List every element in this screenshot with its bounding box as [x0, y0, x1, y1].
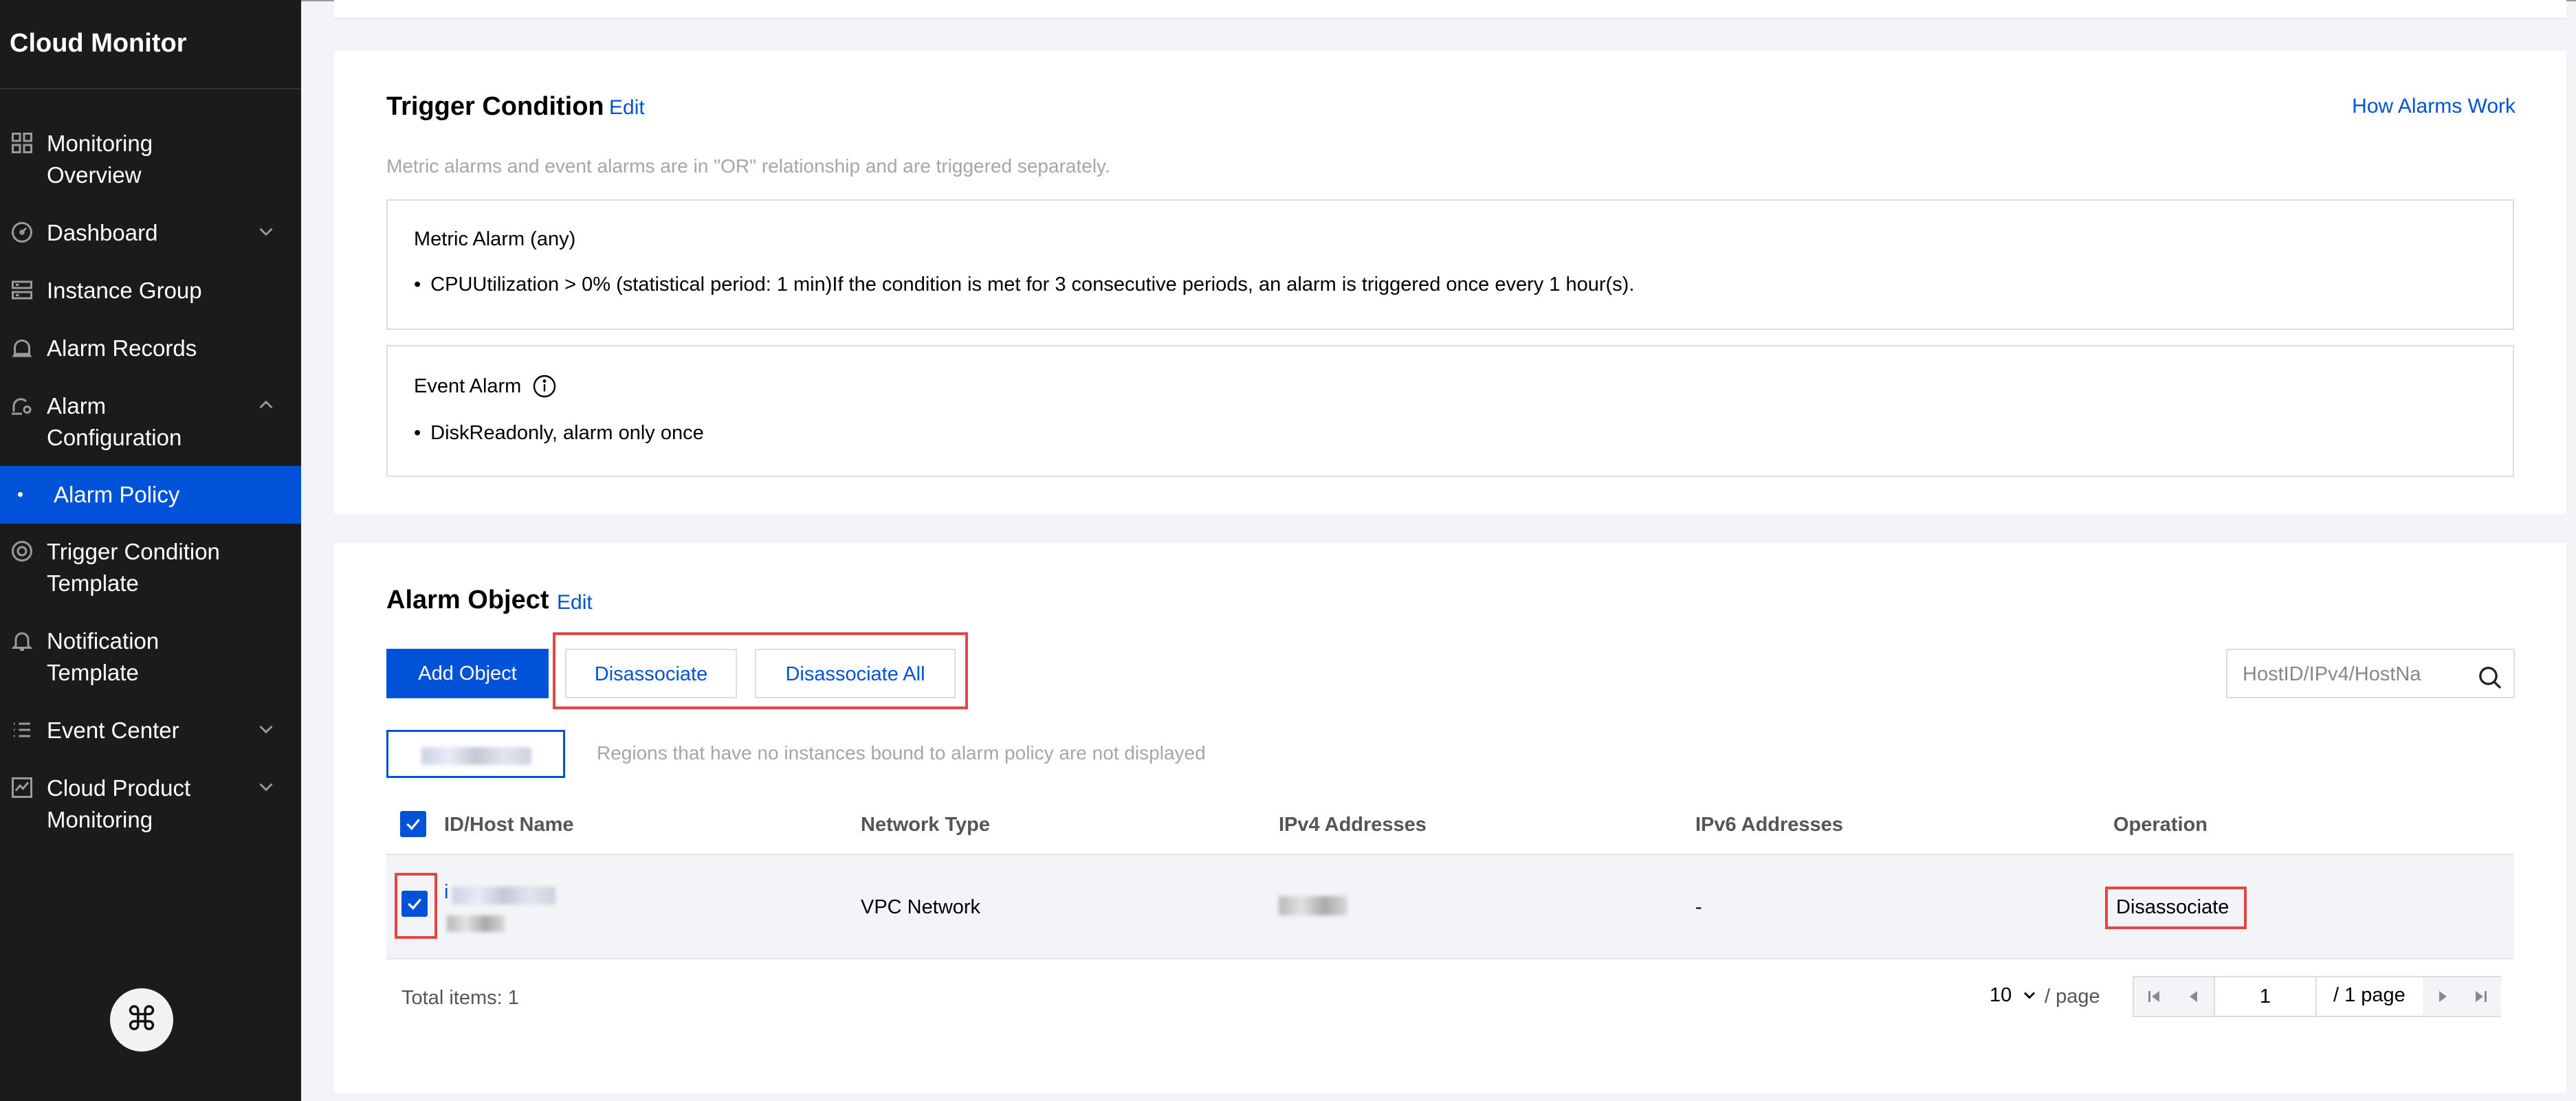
redacted-instance-id [452, 887, 555, 904]
add-object-button[interactable]: Add Object [386, 649, 549, 698]
region-select[interactable] [386, 730, 565, 778]
how-alarms-work-link[interactable]: How Alarms Work [2352, 95, 2516, 118]
sidebar-item-label: Dashboard [47, 220, 158, 245]
trigger-condition-title: Trigger Condition [386, 92, 604, 121]
next-page-button[interactable] [2423, 977, 2463, 1016]
sidebar-divider [0, 88, 301, 89]
notification-bell-icon [11, 632, 33, 651]
alarm-settings-icon [12, 398, 32, 415]
sidebar-item-label: Cloud Product Monitoring [47, 775, 191, 832]
sidebar-item-monitoring-overview[interactable]: Monitoring Overview [0, 128, 301, 191]
column-header-ipv6: IPv6 Addresses [1695, 814, 1843, 836]
trigger-condition-panel: Trigger Condition Edit How Alarms Work M… [334, 51, 2566, 514]
row-checkbox[interactable] [401, 891, 428, 917]
disassociate-button[interactable]: Disassociate [565, 649, 737, 698]
command-icon[interactable]: ⌘ [110, 988, 173, 1052]
sidebar-item-label: Instance Group [47, 278, 202, 303]
sidebar-item-label: Event Center [47, 718, 179, 743]
sidebar: Cloud Monitor Monitoring Overview Dashbo… [0, 0, 301, 1101]
row-disassociate-link[interactable]: Disassociate [2116, 896, 2229, 919]
prev-page-icon [2190, 991, 2197, 1002]
region-note: Regions that have no instances bound to … [597, 742, 1206, 764]
chevron-down-icon [259, 227, 273, 236]
search-icon[interactable] [2476, 664, 2504, 691]
ipv6-cell: - [1695, 896, 1702, 918]
column-header-id: ID/Host Name [444, 814, 574, 836]
alarm-object-panel: Alarm Object Edit Add Object Disassociat… [334, 543, 2566, 1093]
first-page-icon [2148, 991, 2159, 1002]
alarm-bell-icon [12, 340, 32, 357]
redacted-region [421, 747, 531, 765]
page-size-value: 10 [1990, 984, 2012, 1006]
server-stack-icon [12, 280, 32, 300]
sidebar-item-notification-template[interactable]: Notification Template [0, 625, 301, 689]
check-icon [408, 898, 421, 910]
search-input[interactable] [2243, 663, 2435, 686]
redacted-host-name [447, 915, 505, 932]
instance-id-link[interactable]: i [444, 881, 448, 904]
line-chart-icon [12, 777, 32, 798]
sidebar-item-event-center[interactable]: Event Center [0, 715, 301, 746]
app-title: Cloud Monitor [10, 29, 187, 58]
first-page-button[interactable] [2134, 977, 2174, 1016]
column-header-network-type: Network Type [861, 814, 991, 836]
disassociate-all-button[interactable]: Disassociate All [755, 649, 956, 698]
sidebar-item-cloud-product-monitoring[interactable]: Cloud Product Monitoring [0, 772, 301, 836]
total-items: Total items: 1 [401, 987, 519, 1009]
select-all-checkbox[interactable] [400, 811, 426, 837]
dot-icon [18, 492, 23, 497]
alarm-object-title: Alarm Object [386, 586, 549, 614]
metric-alarm-rule: CPUUtilization > 0% (statistical period:… [414, 274, 1634, 296]
chevron-down-icon [259, 725, 273, 734]
search-box [2226, 649, 2515, 698]
grid-icon [12, 133, 32, 153]
chevron-up-icon [259, 400, 273, 409]
prev-page-button[interactable] [2174, 977, 2214, 1016]
sidebar-item-label: Alarm Records [47, 335, 197, 361]
sidebar-item-alarm-records[interactable]: Alarm Records [0, 333, 301, 364]
check-icon [406, 819, 420, 830]
last-page-icon [2476, 991, 2487, 1002]
previous-panel-edge [334, 0, 2566, 19]
sidebar-item-label: Alarm Policy [54, 482, 180, 507]
sidebar-item-instance-group[interactable]: Instance Group [0, 275, 301, 307]
target-icon [12, 541, 32, 561]
next-page-icon [2439, 991, 2447, 1002]
trigger-edit-link[interactable]: Edit [609, 96, 645, 120]
sidebar-item-alarm-configuration[interactable]: Alarm Configuration [0, 390, 301, 454]
list-icon [14, 722, 30, 737]
event-alarm-box: Event Alarm DiskReadonly, alarm only onc… [386, 345, 2514, 477]
metric-alarm-heading: Metric Alarm (any) [414, 228, 576, 250]
sidebar-item-trigger-condition-template[interactable]: Trigger Condition Template [0, 536, 301, 599]
sidebar-item-label: Trigger Condition Template [47, 539, 220, 596]
per-page-label: / page [2045, 986, 2100, 1008]
chevron-down-icon [2023, 992, 2036, 999]
page-size-select[interactable]: 10 [1990, 984, 2036, 1007]
redacted-ipv4 [1279, 896, 1347, 915]
trigger-hint: Metric alarms and event alarms are in "O… [386, 155, 1110, 177]
page-total: / 1 page [2333, 984, 2406, 1006]
last-page-button[interactable] [2461, 977, 2501, 1016]
sidebar-item-label: Notification Template [47, 628, 159, 685]
event-alarm-rule: DiskReadonly, alarm only once [414, 422, 704, 445]
pagination: / 1 page [2133, 976, 2501, 1017]
event-alarm-heading: Event Alarm [414, 375, 522, 397]
sidebar-item-dashboard[interactable]: Dashboard [0, 217, 301, 249]
chevron-down-icon [259, 783, 273, 792]
sidebar-item-label: Monitoring Overview [47, 131, 153, 188]
sidebar-item-label: Alarm Configuration [47, 393, 182, 450]
sidebar-item-alarm-policy[interactable]: Alarm Policy [0, 466, 301, 524]
column-header-ipv4: IPv4 Addresses [1279, 814, 1427, 836]
column-header-operation: Operation [2113, 814, 2208, 836]
metric-alarm-box: Metric Alarm (any) CPUUtilization > 0% (… [386, 199, 2514, 330]
info-icon[interactable] [532, 374, 557, 399]
alarm-object-edit-link[interactable]: Edit [557, 591, 593, 614]
table-row[interactable]: i VPC Network - Disassociate [386, 854, 2514, 959]
network-type-cell: VPC Network [861, 896, 981, 918]
gauge-icon [12, 222, 32, 243]
page-number-input[interactable] [2214, 977, 2317, 1016]
